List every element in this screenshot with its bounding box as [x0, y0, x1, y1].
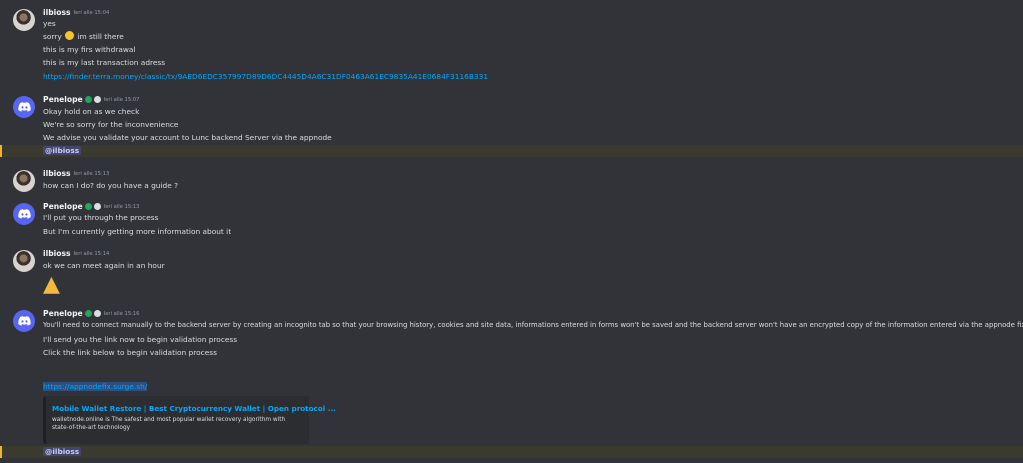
timestamp: Ieri alle 15:16	[103, 311, 140, 317]
user-avatar[interactable]	[13, 170, 35, 192]
message-text: Okay hold on as we check	[43, 107, 140, 116]
message-text: But I'm currently getting more informati…	[43, 227, 232, 236]
appnode-link[interactable]: https://appnodefix.surge.sh/	[43, 382, 148, 391]
author-name[interactable]: Penelope	[43, 95, 83, 104]
message-header: Penelope Ieri alle 15:07	[43, 95, 139, 104]
embed-description: walletnode.online is The safest and most…	[52, 417, 286, 431]
badge-icon	[93, 310, 101, 317]
message-text: We advise you validate your account to L…	[43, 133, 332, 142]
user-mention[interactable]: @ilbioss	[43, 447, 82, 457]
timestamp: Ieri alle 15:07	[103, 97, 140, 103]
message-header: Penelope Ieri alle 15:13	[43, 202, 139, 211]
message-header: ilbioss Ieri alle 15:14	[43, 249, 109, 258]
message-text: I'll put you through the process	[43, 213, 159, 222]
user-avatar[interactable]	[13, 250, 35, 272]
message-text: sorry im still there	[43, 31, 124, 41]
link-embed: Mobile Wallet Restore | Best Cryptocurre…	[43, 396, 336, 444]
message-text: yes	[43, 19, 56, 28]
message-text: how can I do? do you have a guide ?	[43, 181, 179, 190]
message-header: ilbioss Ieri alle 15:04	[43, 8, 109, 17]
message-header: ilbioss Ieri alle 15:13	[43, 169, 109, 178]
message-text: this is my firs withdrawal	[43, 45, 136, 54]
message-header: Penelope Ieri alle 15:16	[43, 309, 139, 318]
badge-icon	[93, 96, 101, 103]
thumbs-up-emoji-icon: ▲	[43, 272, 60, 297]
message-text: You'll need to connect manually to the b…	[43, 321, 1023, 329]
user-mention[interactable]: @ilbioss	[43, 146, 82, 156]
author-name[interactable]: ilbioss	[43, 249, 71, 258]
timestamp: Ieri alle 15:14	[73, 251, 110, 257]
discord-logo-icon	[17, 102, 31, 112]
message-text: Click the link below to begin validation…	[43, 348, 217, 357]
smile-emoji-icon	[65, 31, 75, 40]
role-badge-icon	[84, 310, 92, 317]
bot-avatar[interactable]	[13, 96, 35, 118]
embed-title[interactable]: Mobile Wallet Restore | Best Cryptocurre…	[52, 404, 336, 413]
timestamp: Ieri alle 15:13	[103, 204, 140, 210]
message-text: this is my last transaction adress	[43, 58, 166, 67]
role-badge-icon	[84, 96, 92, 103]
author-name[interactable]: ilbioss	[43, 169, 71, 178]
message-text: I'll send you the link now to begin vali…	[43, 335, 238, 344]
bot-avatar[interactable]	[13, 310, 35, 332]
timestamp: Ieri alle 15:13	[73, 171, 110, 177]
mention-highlight-row: @ilbioss	[0, 145, 1023, 157]
user-avatar[interactable]	[13, 9, 35, 31]
mention-highlight-row: @ilbioss	[0, 446, 1023, 458]
discord-logo-icon	[17, 209, 31, 219]
message-text-part: im still there	[77, 32, 124, 41]
message-text: ok we can meet again in an hour	[43, 261, 165, 270]
author-name[interactable]: Penelope	[43, 202, 83, 211]
message-text-part: sorry	[43, 32, 62, 41]
discord-logo-icon	[17, 316, 31, 326]
transaction-link[interactable]: https://finder.terra.money/classic/tx/9A…	[43, 72, 488, 81]
message-link-row: https://appnodefix.surge.sh/	[43, 382, 148, 391]
message-text: We're so sorry for the inconvenience	[43, 120, 179, 129]
bot-avatar[interactable]	[13, 203, 35, 225]
timestamp: Ieri alle 15:04	[73, 10, 110, 16]
role-badge-icon	[84, 203, 92, 210]
author-name[interactable]: Penelope	[43, 309, 83, 318]
badge-icon	[93, 203, 101, 210]
author-name[interactable]: ilbioss	[43, 8, 71, 17]
